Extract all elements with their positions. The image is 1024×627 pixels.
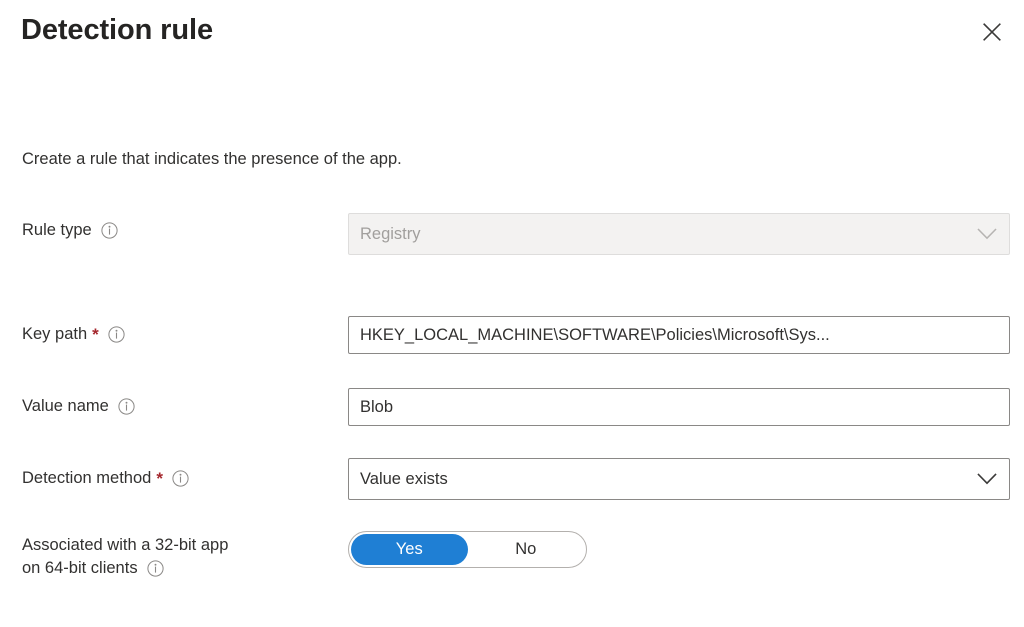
required-asterisk: *: [156, 469, 163, 488]
control-key-path: [348, 316, 1010, 354]
label-value-name: Value name: [22, 395, 342, 418]
blade-header: Detection rule: [0, 0, 1024, 70]
close-button[interactable]: [974, 14, 1010, 50]
detection-method-value: Value exists: [360, 469, 448, 488]
detection-method-dropdown[interactable]: Value exists: [348, 458, 1010, 500]
value-name-input[interactable]: [348, 388, 1010, 426]
label-detection-method: Detection method *: [22, 467, 342, 490]
toggle-option-yes[interactable]: Yes: [351, 534, 468, 565]
info-icon[interactable]: [118, 398, 135, 415]
label-associated-32bit-line2: on 64-bit clients: [22, 559, 138, 577]
rule-type-value: Registry: [360, 224, 421, 243]
chevron-down-icon: [965, 472, 1009, 486]
info-icon[interactable]: [172, 470, 189, 487]
key-path-input[interactable]: [348, 316, 1010, 354]
page-title: Detection rule: [21, 14, 213, 46]
label-detection-method-text: Detection method: [22, 469, 152, 487]
toggle-option-no[interactable]: No: [468, 534, 585, 565]
label-associated-32bit: Associated with a 32-bit app on 64-bit c…: [22, 534, 352, 580]
chevron-down-icon: [965, 227, 1009, 241]
control-detection-method: Value exists: [348, 458, 1010, 500]
label-value-name-text: Value name: [22, 397, 109, 415]
associated-32bit-toggle[interactable]: Yes No: [348, 531, 587, 568]
label-rule-type-text: Rule type: [22, 221, 92, 239]
control-value-name: [348, 388, 1010, 426]
info-icon[interactable]: [146, 560, 164, 577]
control-rule-type: Registry: [348, 213, 1010, 255]
rule-type-dropdown[interactable]: Registry: [348, 213, 1010, 255]
close-icon: [982, 22, 1002, 42]
required-asterisk: *: [92, 325, 99, 344]
label-key-path: Key path *: [22, 323, 342, 346]
label-associated-32bit-line1: Associated with a 32-bit app: [22, 536, 229, 554]
label-key-path-text: Key path: [22, 325, 88, 343]
label-rule-type: Rule type: [22, 219, 342, 242]
info-icon[interactable]: [101, 222, 118, 239]
info-icon[interactable]: [108, 326, 125, 343]
control-associated-32bit: Yes No: [348, 531, 587, 568]
blade-description: Create a rule that indicates the presenc…: [22, 150, 402, 168]
